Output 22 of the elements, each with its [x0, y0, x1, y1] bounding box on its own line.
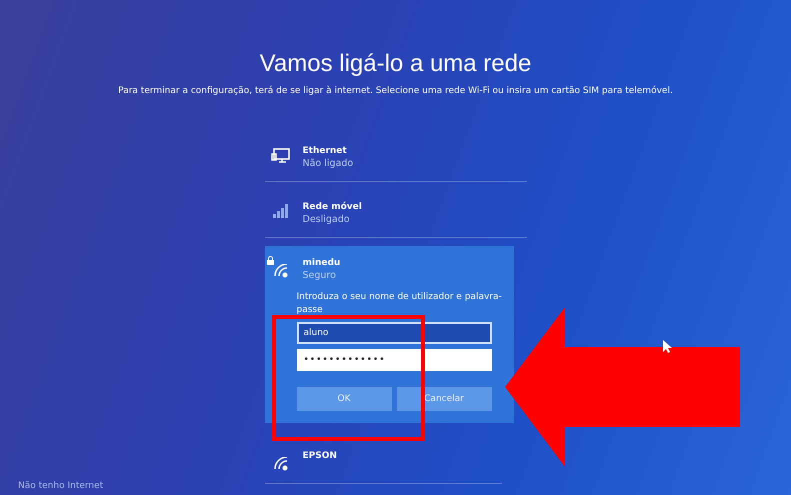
network-name: Rede móvel [302, 202, 362, 212]
wifi-icon [272, 457, 288, 471]
signal-bars-icon [272, 204, 288, 218]
network-status: Seguro [302, 270, 337, 281]
password-field[interactable]: ••••••••••••• [296, 349, 492, 371]
network-item[interactable]: EPSON [264, 437, 502, 484]
page-title: Vamos ligá-lo a uma rede [260, 50, 532, 78]
cursor-icon [663, 340, 672, 353]
network-name: minedu [302, 258, 340, 268]
credentials-prompt: Introduza o seu nome de utilizador e palavra-passe [296, 291, 503, 317]
page-subtitle: Para terminar a configuração, terá de se ligar à internet. Selecione uma rede Wi-Fi ou insira um cartão SIM para telemóvel. [118, 86, 673, 96]
username-field[interactable]: aluno [296, 322, 492, 344]
monitor-icon [270, 148, 290, 166]
wifi-icon [272, 264, 288, 278]
network-item[interactable]: Rede móvel Desligado [264, 190, 526, 238]
network-item[interactable]: Ethernet Não ligado [264, 134, 526, 182]
network-name: Ethernet [302, 146, 348, 156]
no-internet-link[interactable]: Não tenho Internet [18, 481, 104, 491]
network-status: Desligado [302, 214, 351, 225]
network-status: Não ligado [302, 158, 354, 169]
selected-network-panel[interactable]: minedu Seguro Introduza o seu nome de utilizador e palavra-passe aluno ••••••••••••• OK Cancelar [264, 246, 514, 423]
network-name: EPSON [302, 451, 337, 461]
